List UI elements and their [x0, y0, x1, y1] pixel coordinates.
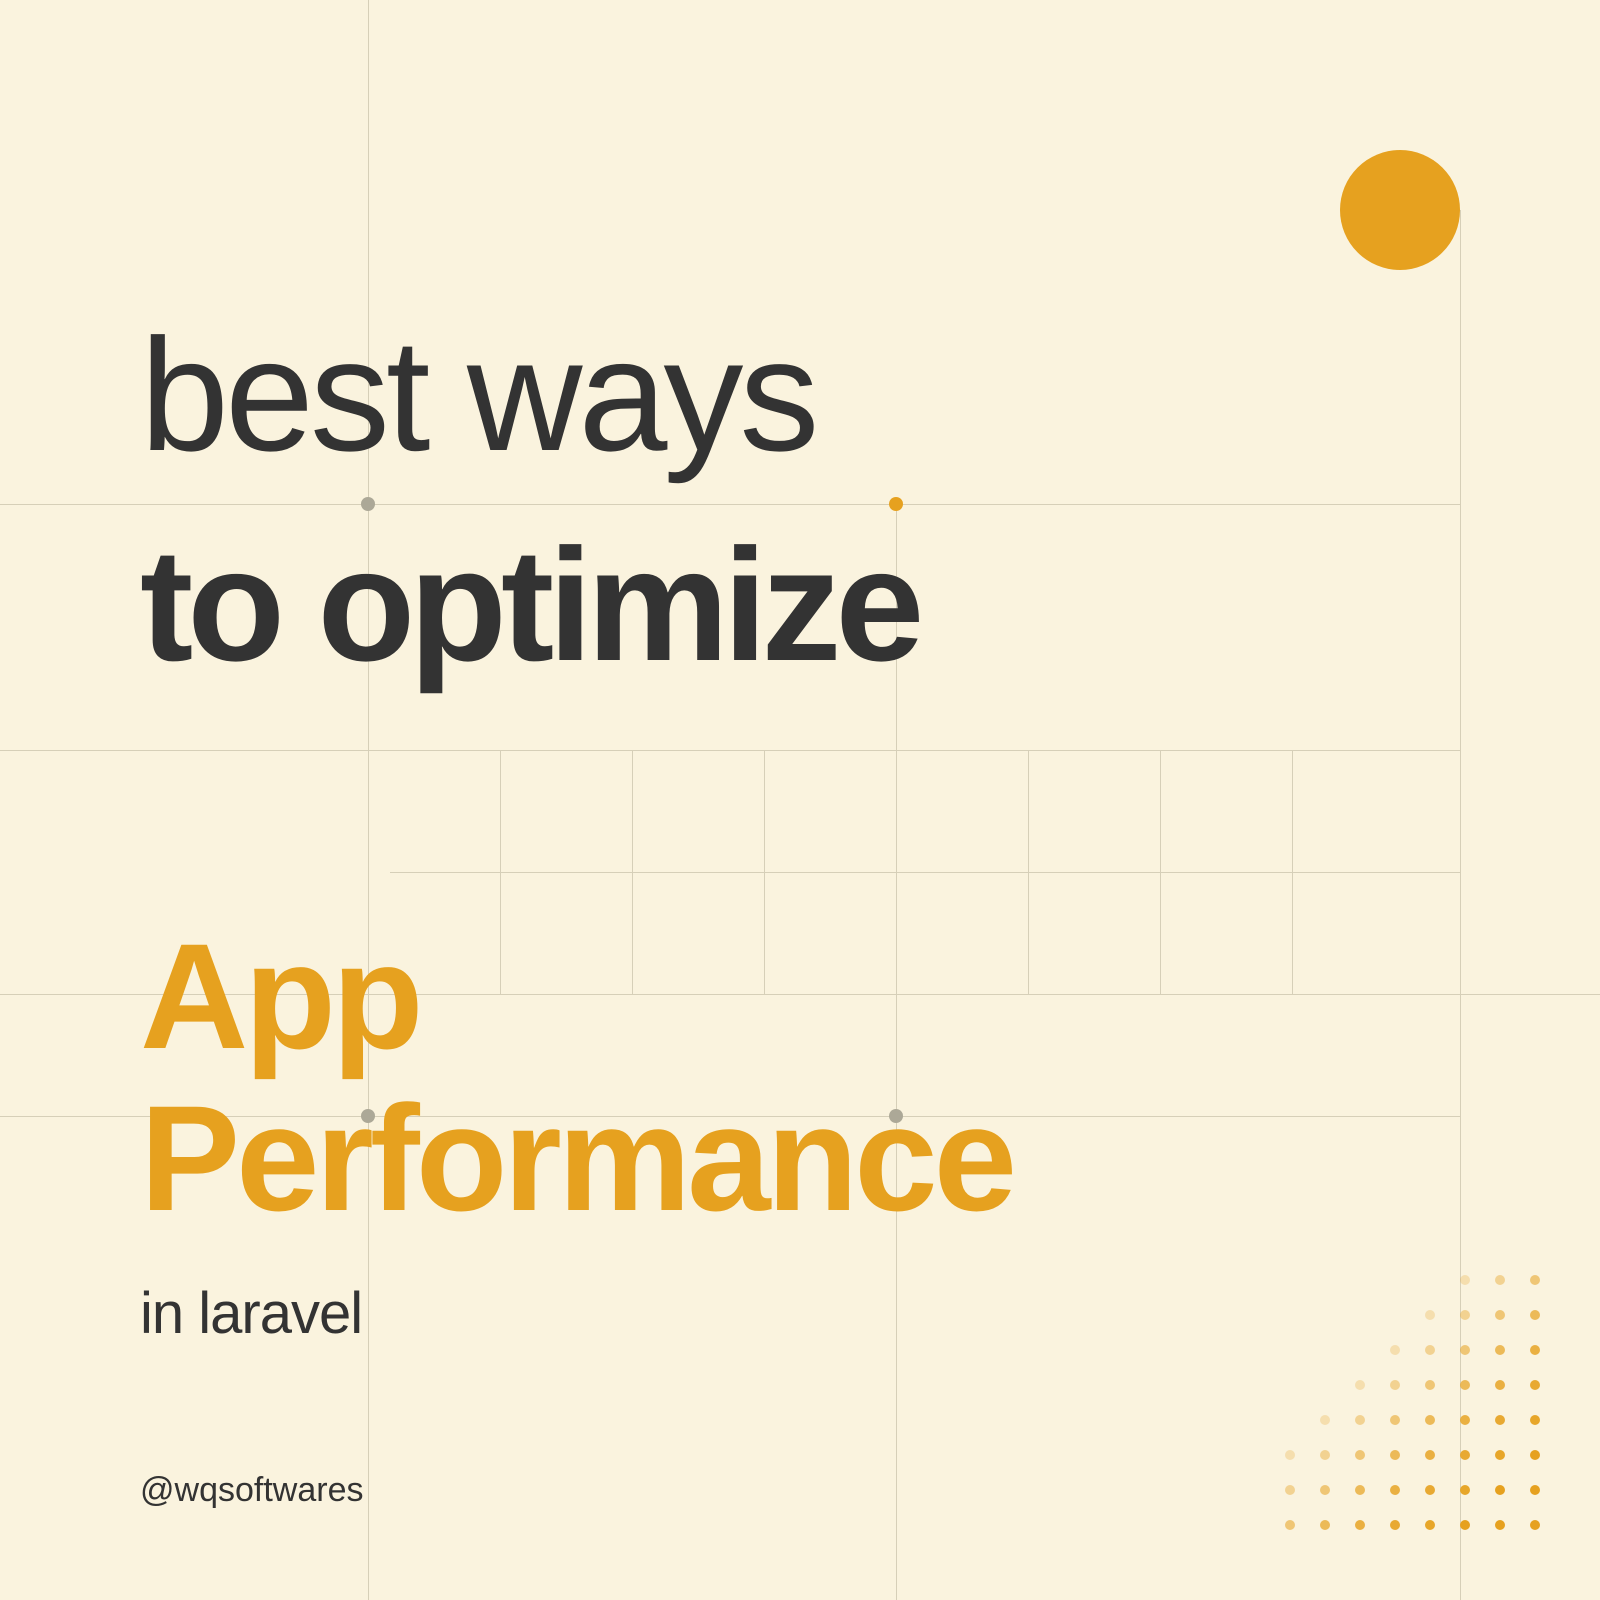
heading-accent: App Performance	[140, 915, 1013, 1239]
heading-accent-line-b: Performance	[140, 1074, 1013, 1242]
grid-line	[390, 872, 1460, 873]
grid-dot	[361, 497, 375, 511]
grid-line	[368, 0, 369, 1600]
grid-line	[0, 504, 1460, 505]
grid-dot	[889, 497, 903, 511]
heading-line-2: to optimize	[140, 525, 918, 685]
heading-accent-line-a: App	[140, 912, 420, 1080]
grid-line	[1028, 750, 1029, 994]
heading-line-1: best ways	[140, 315, 815, 475]
dot-pattern	[1285, 1275, 1540, 1530]
social-handle: @wqsoftwares	[140, 1471, 363, 1510]
grid-line	[0, 750, 1460, 751]
heading-sub: in laravel	[140, 1280, 362, 1347]
grid-line	[1292, 750, 1293, 994]
grid-line	[1160, 750, 1161, 994]
accent-circle	[1340, 150, 1460, 270]
poster-canvas: best ways to optimize App Performance in…	[0, 0, 1600, 1600]
